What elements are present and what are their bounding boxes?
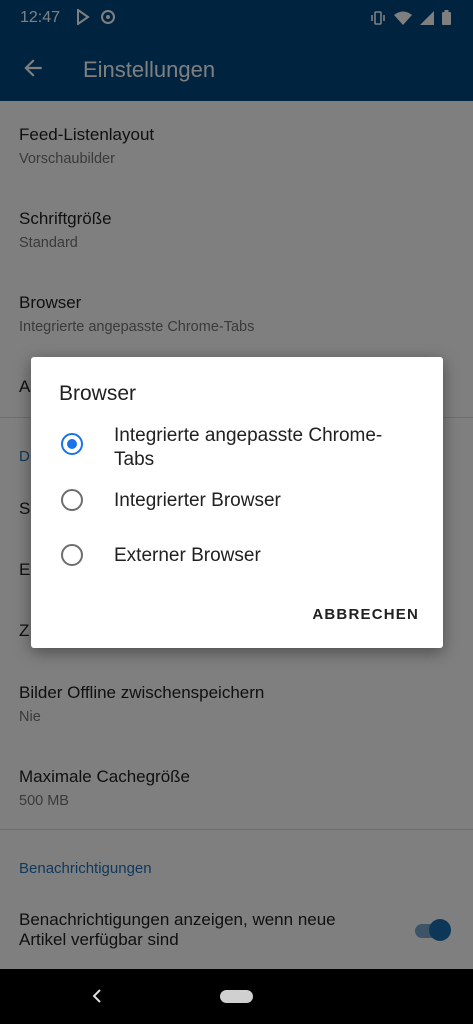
dialog-title: Browser [59,382,137,405]
radio-button[interactable] [61,489,83,511]
radio-button[interactable] [61,544,83,566]
browser-dialog: Browser Integrierte angepasste Chrome-Ta… [31,357,443,648]
option-external-browser[interactable]: Externer Browser [31,540,443,576]
option-label: Integrierter Browser [114,490,281,511]
option-label: Externer Browser [114,545,261,566]
option-internal-browser[interactable]: Integrierter Browser [31,485,443,521]
nav-back-icon[interactable] [91,989,103,1003]
option-chrome-tabs[interactable]: Integrierte angepasste Chrome-Tabs [31,423,443,479]
nav-home-pill-icon[interactable] [220,990,253,1003]
option-label: Integrierte angepasste Chrome-Tabs [114,425,383,470]
navigation-bar [0,969,473,1024]
cancel-button[interactable]: ABBRECHEN [312,606,419,623]
radio-button-checked[interactable] [61,433,83,455]
